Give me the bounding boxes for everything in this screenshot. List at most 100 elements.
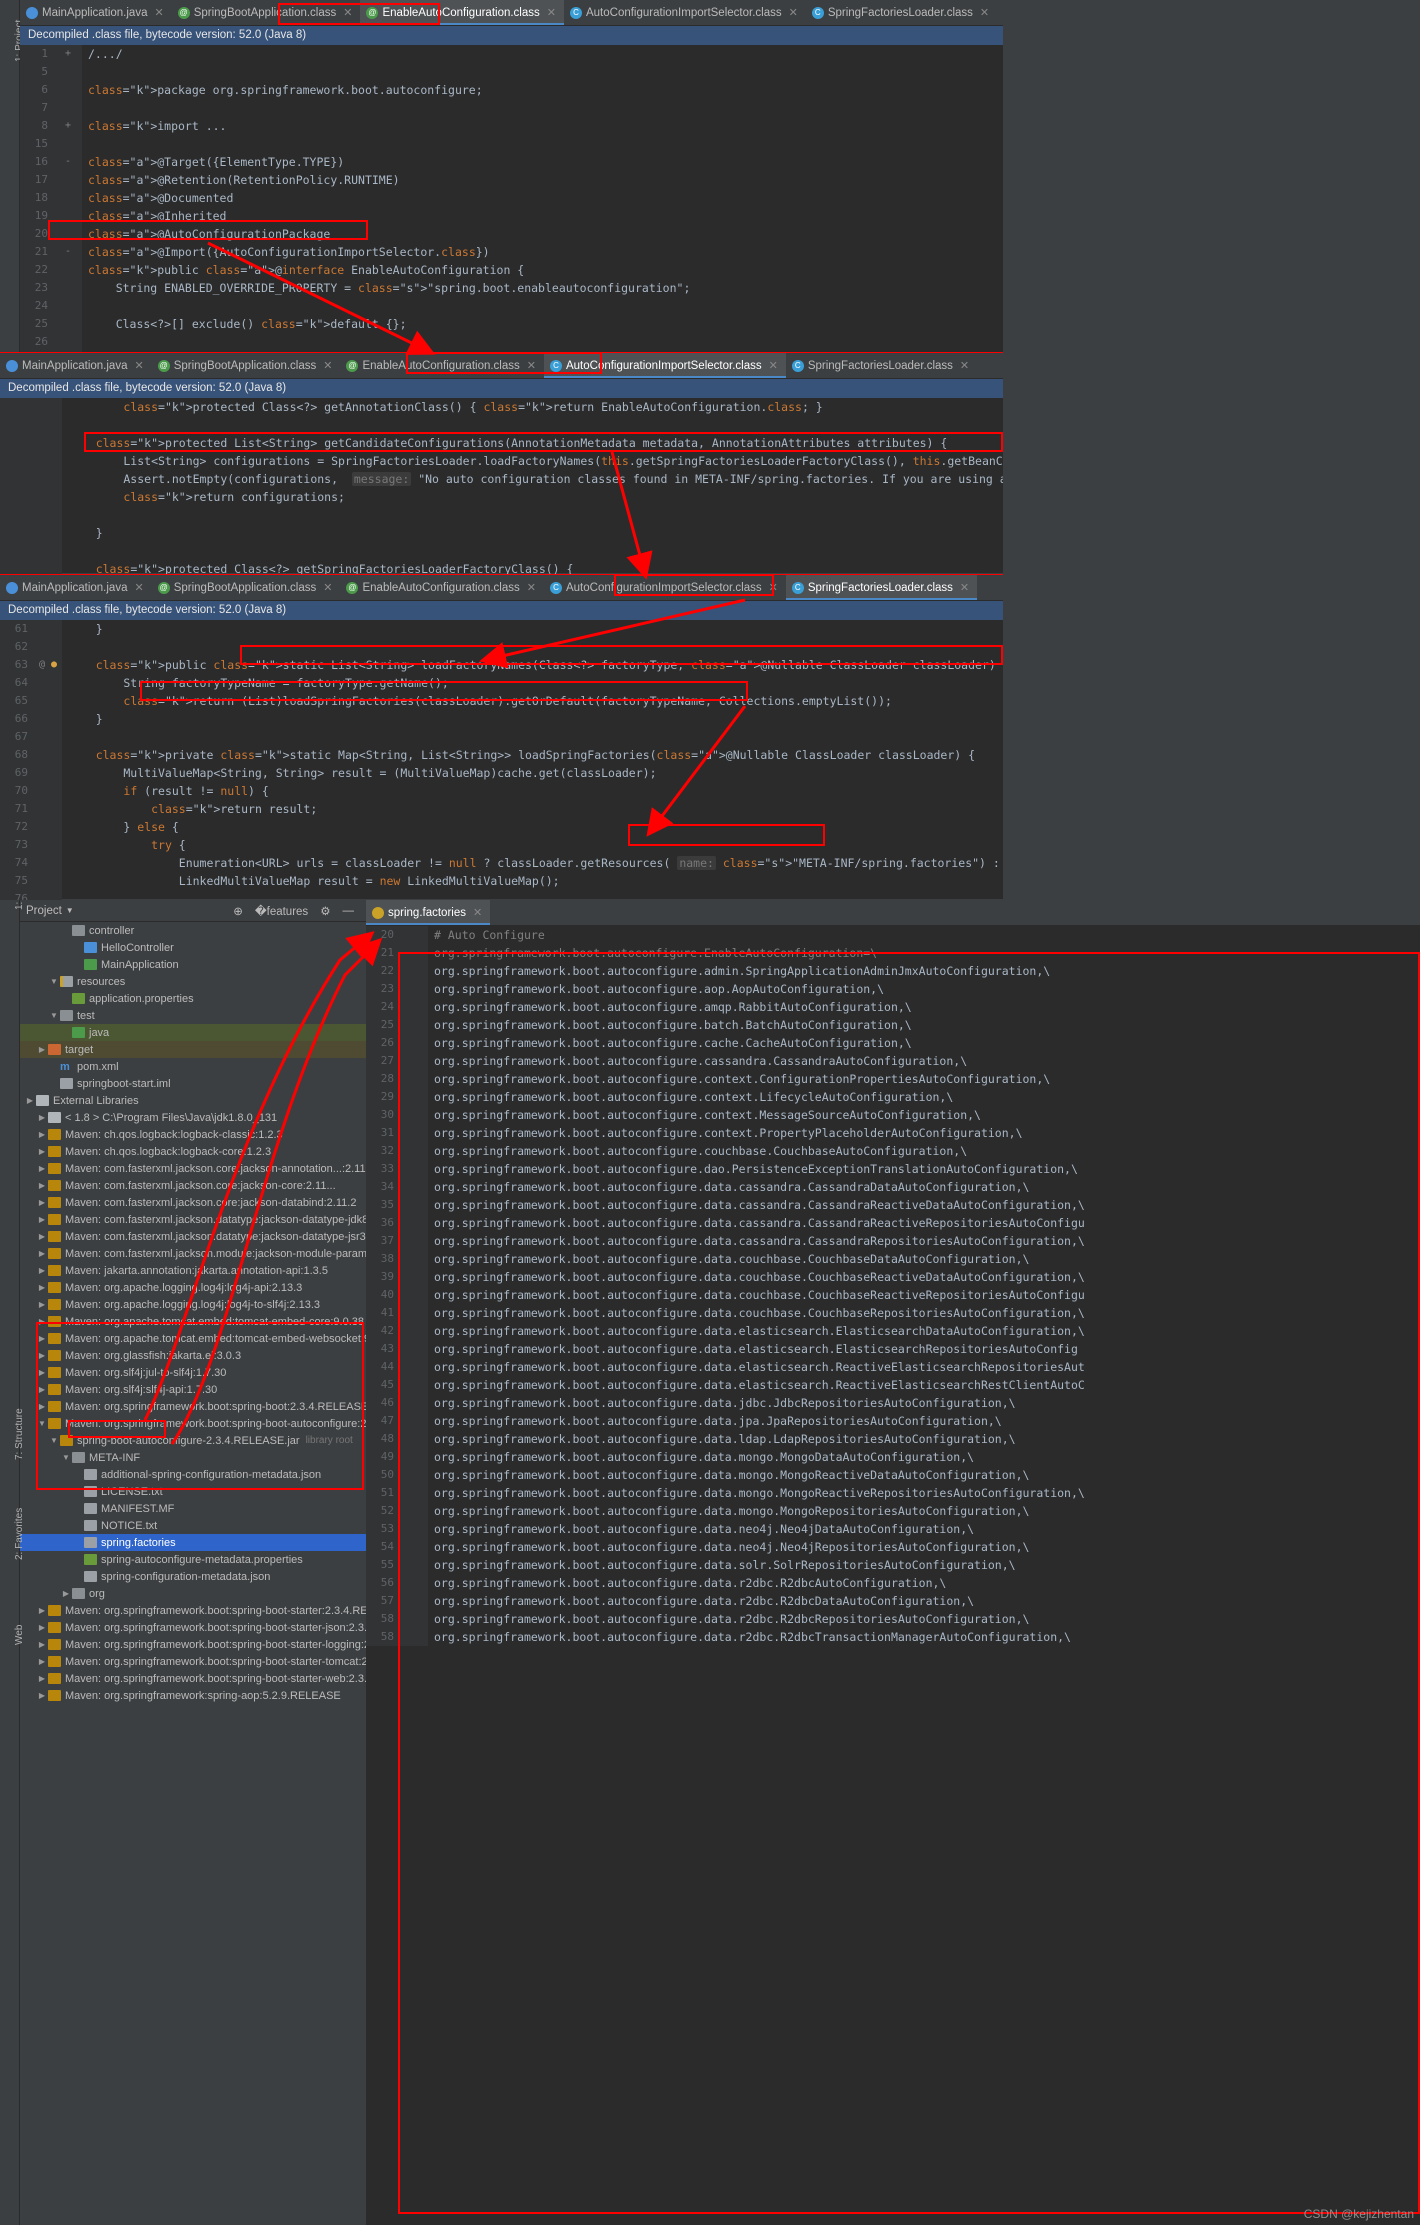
code-area-3[interactable]: 61 } 62 63 @ ● class="k">public class="k">s… — [0, 620, 1003, 900]
tree-node[interactable]: ▼ spring-boot-autoconfigure-2.3.4.RELEASE… — [20, 1432, 366, 1449]
gutter-marker[interactable] — [400, 1610, 428, 1628]
gutter-marker[interactable] — [400, 1448, 428, 1466]
close-icon[interactable]: ✕ — [527, 581, 536, 594]
gutter-marker[interactable] — [34, 470, 62, 488]
tree-node[interactable]: ▼ META-INF — [20, 1449, 366, 1466]
tree-node[interactable]: ▼ test — [20, 1007, 366, 1024]
gutter-marker[interactable] — [400, 1466, 428, 1484]
chevron-right-icon[interactable]: ▶ — [36, 1249, 48, 1258]
chevron-down-icon[interactable]: ▼ — [48, 1436, 60, 1445]
gutter-marker[interactable] — [34, 692, 62, 710]
gutter-marker[interactable] — [54, 171, 82, 189]
chevron-right-icon[interactable]: ▶ — [24, 1096, 36, 1105]
gutter-marker[interactable] — [400, 1340, 428, 1358]
tab-springbootapplication-class[interactable]: @ SpringBootApplication.class ✕ — [151, 575, 341, 600]
tree-node[interactable]: ▶ Maven: org.springframework.boot:spring-… — [20, 1653, 366, 1670]
gutter-marker[interactable] — [400, 1574, 428, 1592]
gutter-marker[interactable] — [34, 728, 62, 746]
tree-node[interactable]: ▶ Maven: com.fasterxml.jackson.module:jac… — [20, 1245, 366, 1262]
project-tool-label-2[interactable]: 1: Project — [14, 900, 25, 910]
gutter-marker[interactable] — [400, 1106, 428, 1124]
gutter-marker[interactable] — [400, 1394, 428, 1412]
tree-node[interactable]: additional-spring-configuration-metadata… — [20, 1466, 366, 1483]
tree-node[interactable]: ▶ Maven: jakarta.annotation:jakarta.annot… — [20, 1262, 366, 1279]
gutter-marker[interactable] — [400, 1016, 428, 1034]
tab-mainapplication-java[interactable]: MainApplication.java ✕ — [0, 353, 152, 378]
tree-node[interactable]: ▶ Maven: org.apache.tomcat.embed:tomcat-e… — [20, 1313, 366, 1330]
close-icon[interactable]: ✕ — [134, 581, 143, 594]
gutter-marker[interactable] — [400, 1250, 428, 1268]
gutter-marker[interactable] — [400, 1232, 428, 1250]
gutter-marker[interactable] — [54, 315, 82, 333]
tree-node[interactable]: MainApplication — [20, 956, 366, 973]
tree-node[interactable]: ▶ Maven: org.slf4j:jul-to-slf4j:1.7.30 — [20, 1364, 366, 1381]
web-tool-label[interactable]: Web — [14, 1625, 25, 1645]
chevron-right-icon[interactable]: ▶ — [36, 1147, 48, 1156]
gutter-marker[interactable] — [400, 1322, 428, 1340]
chevron-down-icon[interactable]: ▼ — [60, 1453, 72, 1462]
chevron-right-icon[interactable]: ▶ — [36, 1283, 48, 1292]
gutter-marker[interactable]: + — [54, 45, 82, 63]
tab-mainapplication-java[interactable]: MainApplication.java ✕ — [0, 575, 152, 600]
gutter-marker[interactable] — [400, 1412, 428, 1430]
chevron-right-icon[interactable]: ▶ — [36, 1198, 48, 1207]
tree-node[interactable]: ▶ External Libraries — [20, 1092, 366, 1109]
tree-node[interactable]: LICENSE.txt — [20, 1483, 366, 1500]
gutter-marker[interactable] — [34, 434, 62, 452]
tab-autoconfigurationimportselector-class[interactable]: C AutoConfigurationImportSelector.class ✕ — [543, 353, 786, 378]
close-icon[interactable]: ✕ — [323, 359, 332, 372]
tree-node[interactable]: ▶ Maven: org.springframework.boot:spring-… — [20, 1602, 366, 1619]
chevron-right-icon[interactable]: ▶ — [36, 1606, 48, 1615]
gutter-marker[interactable] — [54, 225, 82, 243]
tree-node[interactable]: springboot-start.iml — [20, 1075, 366, 1092]
tree-node[interactable]: ▶ Maven: org.springframework.boot:spring-… — [20, 1636, 366, 1653]
gutter-marker[interactable] — [34, 524, 62, 542]
code-area-1[interactable]: 1 +/.../5 6 class="k">package org.springfra… — [20, 45, 1003, 352]
gutter-marker[interactable] — [400, 1160, 428, 1178]
target-icon[interactable]: ⊕ — [233, 904, 243, 918]
tab-autoconfigurationimportselector-class[interactable]: C AutoConfigurationImportSelector.class ✕ — [563, 0, 806, 25]
tree-node[interactable]: spring-autoconfigure-metadata.properties — [20, 1551, 366, 1568]
gutter-marker[interactable]: - — [54, 153, 82, 171]
tab-springfactoriesloader-class[interactable]: C SpringFactoriesLoader.class ✕ — [785, 353, 978, 378]
gutter-marker[interactable] — [400, 1088, 428, 1106]
gutter-marker[interactable] — [400, 1304, 428, 1322]
tree-node[interactable]: ▶ Maven: com.fasterxml.jackson.datatype:j… — [20, 1228, 366, 1245]
gutter-marker[interactable] — [400, 1286, 428, 1304]
gutter-marker[interactable] — [34, 890, 62, 900]
chevron-right-icon[interactable]: ▶ — [36, 1640, 48, 1649]
gutter-marker[interactable] — [400, 1070, 428, 1088]
close-icon[interactable]: ✕ — [960, 581, 969, 594]
tree-node[interactable]: spring-configuration-metadata.json — [20, 1568, 366, 1585]
factories-code-area[interactable]: 20 # Auto Configure 21 org.springframework.… — [366, 926, 1420, 2225]
close-icon[interactable]: ✕ — [547, 6, 556, 19]
gutter-marker[interactable] — [54, 189, 82, 207]
gutter-marker[interactable] — [34, 800, 62, 818]
gutter-marker[interactable] — [34, 398, 62, 416]
gutter-marker[interactable] — [54, 279, 82, 297]
tree-node[interactable]: ▶ Maven: org.slf4j:slf4j-api:1.7.30 — [20, 1381, 366, 1398]
gutter-marker[interactable] — [400, 1628, 428, 1646]
gutter-marker[interactable] — [400, 1484, 428, 1502]
settings-icon[interactable]: ⚙ — [320, 904, 330, 918]
chevron-right-icon[interactable]: ▶ — [36, 1623, 48, 1632]
chevron-right-icon[interactable]: ▶ — [36, 1181, 48, 1190]
chevron-down-icon[interactable]: ▼ — [48, 1011, 60, 1020]
close-icon[interactable]: ✕ — [769, 581, 778, 594]
tree-node[interactable]: ▼ Maven: org.springframework.boot:spring-… — [20, 1415, 366, 1432]
close-icon[interactable]: ✕ — [473, 906, 482, 919]
close-icon[interactable]: ✕ — [960, 359, 969, 372]
tab-mainapplication-java[interactable]: MainApplication.java ✕ — [20, 0, 172, 25]
tab-autoconfigurationimportselector-class[interactable]: C AutoConfigurationImportSelector.class ✕ — [543, 575, 786, 600]
tree-node[interactable]: ▶ Maven: org.springframework.boot:spring-… — [20, 1619, 366, 1636]
gutter-marker[interactable]: - — [54, 243, 82, 261]
tab-springfactoriesloader-class[interactable]: C SpringFactoriesLoader.class ✕ — [785, 575, 978, 600]
gutter-marker[interactable] — [400, 1268, 428, 1286]
tree-node[interactable]: application.properties — [20, 990, 366, 1007]
gutter-marker[interactable] — [34, 620, 62, 638]
chevron-right-icon[interactable]: ▶ — [36, 1317, 48, 1326]
tree-node[interactable]: ▶ org — [20, 1585, 366, 1602]
tab-springfactoriesloader-class[interactable]: C SpringFactoriesLoader.class ✕ — [805, 0, 998, 25]
gutter-marker[interactable] — [400, 1214, 428, 1232]
tab-enableautoconfiguration-class[interactable]: @ EnableAutoConfiguration.class ✕ — [340, 353, 544, 378]
